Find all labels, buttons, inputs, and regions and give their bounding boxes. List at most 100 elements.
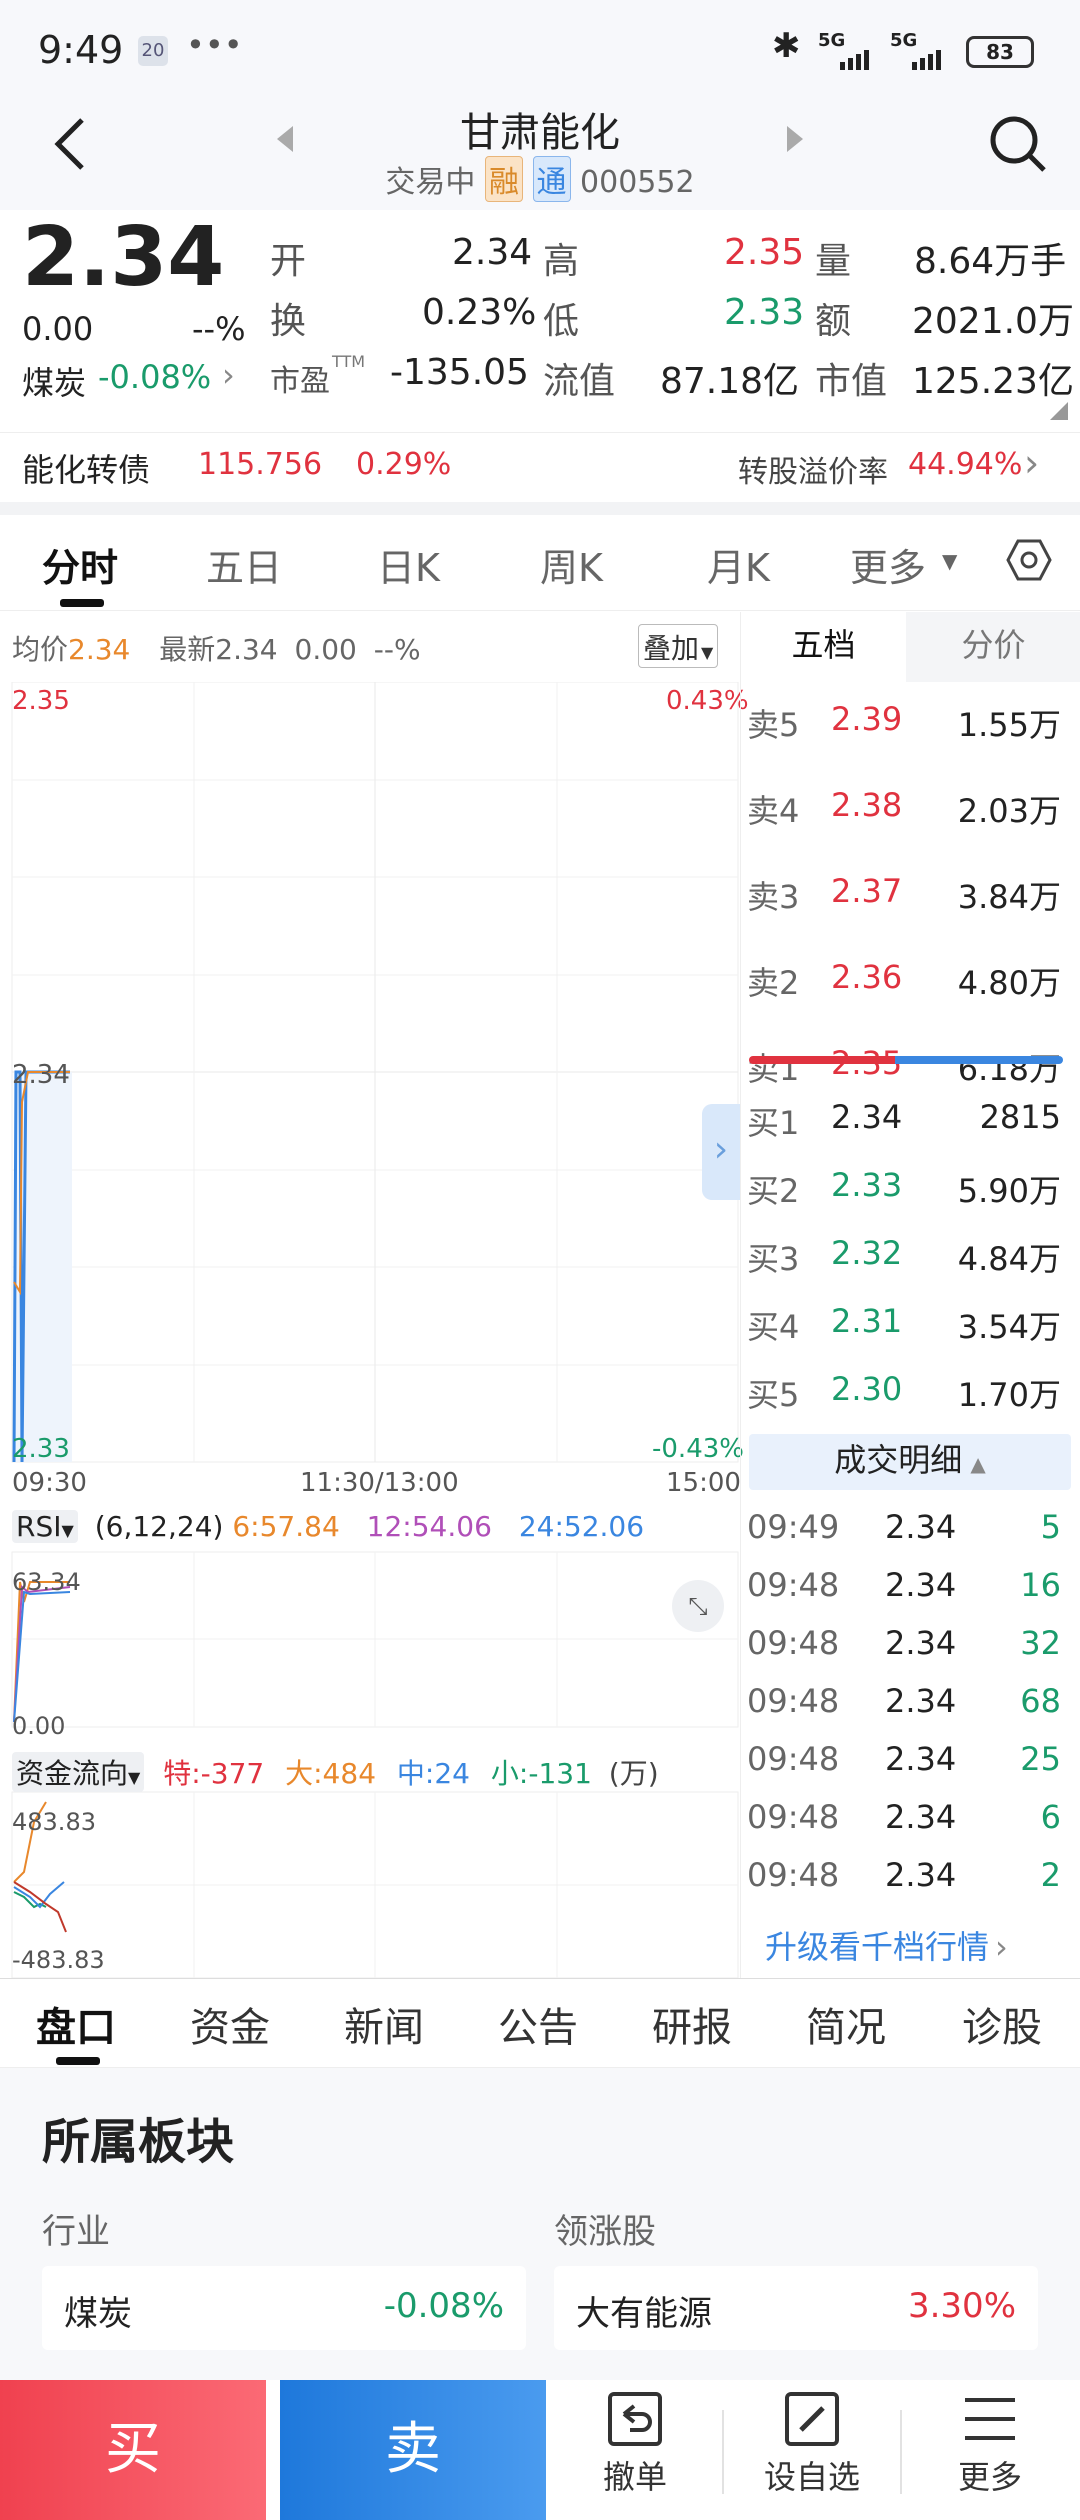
order-book-panel: 五档 分价 卖5 2.39 1.55万 卖4 2.38 2.03万 卖3 2.37 3.84万卖… <box>740 612 1080 1978</box>
cancel-order-label: 撤单 <box>602 2458 667 2496</box>
next-stock-icon[interactable] <box>785 124 805 158</box>
trade-volume: 16 <box>1020 1566 1061 1604</box>
sell-level-label: 卖1 <box>747 1050 800 1088</box>
latest-change: 0.00 <box>294 633 357 666</box>
buy-level-price: 2.34 <box>831 1098 903 1136</box>
trade-price: 2.34 <box>885 1682 957 1720</box>
trade-price: 2.34 <box>885 1566 957 1604</box>
sell-button[interactable]: 卖 <box>280 2380 546 2520</box>
buy-level-volume: 5.90万 <box>957 1172 1061 1210</box>
add-watchlist-button[interactable]: 设自选 <box>742 2390 882 2520</box>
flow-small: 小:-131 <box>490 1757 592 1790</box>
volume-value: 8.64万手 <box>914 241 1067 282</box>
dropdown-icon: ▼ <box>128 1768 141 1787</box>
tab-monthly-k[interactable]: 月K <box>707 537 770 592</box>
search-icon[interactable] <box>988 114 1048 178</box>
leader-card-name: 大有能源 <box>576 2294 712 2334</box>
turnover-label: 换 <box>270 301 307 342</box>
dropdown-icon[interactable]: ▼ <box>942 549 957 573</box>
settings-icon[interactable] <box>1006 537 1052 587</box>
tab-news[interactable]: 新闻 <box>344 1995 424 2053</box>
undo-icon <box>608 2392 662 2446</box>
tab-more[interactable]: 更多 <box>850 537 926 592</box>
time-mid: 11:30/13:00 <box>300 1468 459 1498</box>
sell-strength-bar <box>749 1056 895 1064</box>
buy-level-row: 买3 2.32 4.84万 <box>741 1234 1080 1284</box>
industry-label: 行业 <box>42 2212 110 2252</box>
latest-value: 2.34 <box>215 633 278 666</box>
tab-research[interactable]: 研报 <box>652 1995 732 2053</box>
more-button[interactable]: 更多 <box>930 2390 1050 2520</box>
sector-section: 所属板块 行业 领涨股 煤炭 -0.08% 大有能源 3.30% <box>0 2068 1080 2380</box>
stock-subtitle: 交易中 融 通 000552 <box>0 156 1080 202</box>
trade-time: 09:49 <box>747 1508 840 1546</box>
sell-level-label: 卖2 <box>747 964 800 1002</box>
more-notifications-icon: ••• <box>186 26 243 64</box>
bluetooth-icon: ✱ <box>772 26 801 66</box>
latest-label: 最新 <box>159 633 216 666</box>
industry-card-name: 煤炭 <box>64 2294 132 2334</box>
trade-volume: 6 <box>1040 1798 1061 1836</box>
trade-detail-header[interactable]: 成交明细 ▲ <box>749 1434 1071 1490</box>
dropdown-icon: ▼ <box>61 1521 74 1540</box>
fund-flow-header: 资金流向▼ 特:-377 大:484 中:24 小:-131 (万) <box>12 1752 732 1792</box>
premium-value: 44.94% <box>908 447 1023 482</box>
tab-order-book[interactable]: 盘口 <box>36 1995 116 2053</box>
rsi-selector[interactable]: RSI▼ <box>12 1510 78 1543</box>
fund-flow-label: 资金流向 <box>16 1757 129 1790</box>
expand-panel-icon[interactable]: › <box>702 1104 740 1200</box>
tab-five-day[interactable]: 五日 <box>206 537 282 592</box>
quote-row-3: 市盈 TTM -135.05 流值 87.18亿 市值 125.23亿 <box>0 352 1080 402</box>
rsi-bottom-value: 0.00 <box>12 1712 66 1740</box>
tab-price-distribution[interactable]: 分价 <box>906 612 1080 682</box>
float-label: 流值 <box>543 361 616 402</box>
sell-level-volume: 2.03万 <box>957 792 1061 830</box>
low-label: 低 <box>543 301 580 342</box>
flow-top-value: 483.83 <box>12 1808 96 1836</box>
sell-level-label: 卖3 <box>747 878 800 916</box>
tab-five-levels[interactable]: 五档 <box>741 612 906 682</box>
open-label: 开 <box>270 241 307 282</box>
overlay-dropdown[interactable]: 叠加 ▼ <box>638 624 719 668</box>
buy-level-price: 2.32 <box>831 1234 903 1272</box>
flow-medium: 中:24 <box>396 1757 470 1790</box>
expand-corner-icon[interactable] <box>1050 402 1068 424</box>
buy-button[interactable]: 买 <box>0 2380 266 2520</box>
fullscreen-icon[interactable]: ⤡ <box>672 1580 724 1632</box>
upgrade-link[interactable]: 升级看千档行情 › <box>765 1922 1008 1968</box>
chart-top-price: 2.35 <box>12 686 70 716</box>
margin-tag: 融 <box>484 156 523 202</box>
convertible-bond-row[interactable]: 能化转债 115.756 0.29% 转股溢价率 44.94% › <box>0 432 1080 502</box>
sell-level-row: 卖12.356.18万 <box>741 1044 1080 1094</box>
industry-card[interactable]: 煤炭 -0.08% <box>42 2266 526 2350</box>
fund-flow-selector[interactable]: 资金流向▼ <box>12 1752 145 1792</box>
signal-bars-icon <box>838 48 878 74</box>
bond-price: 115.756 <box>198 447 323 482</box>
sell-level-price: 2.36 <box>831 958 903 996</box>
flow-unit: (万) <box>608 1757 659 1790</box>
flow-special: 特:-377 <box>163 1757 265 1790</box>
trade-price: 2.34 <box>885 1856 957 1894</box>
cancel-order-button[interactable]: 撤单 <box>570 2390 700 2520</box>
notification-badge: 20 <box>138 36 168 66</box>
avg-value: 2.34 <box>68 633 131 666</box>
sell-level-volume: 4.80万 <box>957 964 1061 1002</box>
divider <box>722 2410 724 2494</box>
bond-name: 能化转债 <box>22 451 151 489</box>
tab-profile[interactable]: 简况 <box>806 1995 886 2053</box>
turnover-value: 0.23% <box>422 292 537 333</box>
tab-announcements[interactable]: 公告 <box>498 1995 578 2053</box>
more-label: 更多 <box>957 2458 1022 2496</box>
quote-row-1: 开 2.34 高 2.35 量 8.64万手 <box>0 232 1080 282</box>
tab-daily-k[interactable]: 日K <box>377 537 440 592</box>
buy-level-volume: 4.84万 <box>957 1240 1061 1278</box>
tab-funds[interactable]: 资金 <box>190 1995 270 2053</box>
tab-diagnosis[interactable]: 诊股 <box>962 1995 1042 2053</box>
leader-card[interactable]: 大有能源 3.30% <box>554 2266 1038 2350</box>
trade-row: 09:48 2.34 25 <box>741 1740 1080 1790</box>
menu-icon <box>965 2398 1015 2440</box>
premium-label: 转股溢价率 <box>738 455 888 490</box>
trade-detail-title: 成交明细 <box>834 1441 963 1479</box>
tab-intraday[interactable]: 分时 <box>42 537 118 592</box>
tab-weekly-k[interactable]: 周K <box>540 537 603 592</box>
